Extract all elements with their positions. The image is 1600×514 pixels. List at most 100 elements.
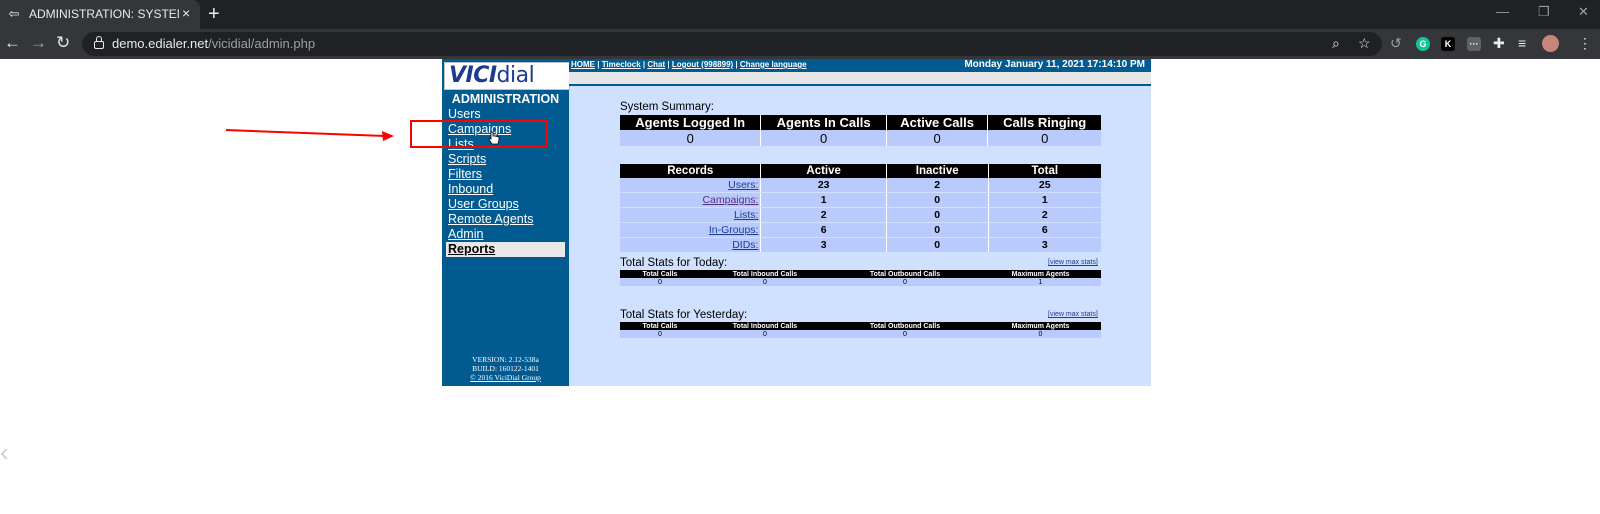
media-queue-icon[interactable]: ≡ <box>1518 35 1526 51</box>
menu-item-user-groups[interactable]: User Groups <box>448 197 569 212</box>
bookmark-star-icon[interactable]: ☆ <box>1358 35 1371 52</box>
in-groups-active: 6 <box>760 222 887 238</box>
table-row: Lists: 2 0 2 <box>620 207 1101 223</box>
browser-toolbar: ← → ↻ demo.edialer.net/vicidial/admin.ph… <box>0 29 1600 59</box>
yesterday-total-calls: 0 <box>620 330 700 338</box>
copyright-link[interactable]: © 2016 ViciDial Group <box>442 373 569 382</box>
header-total: Total <box>988 164 1101 178</box>
today-max-agents: 1 <box>980 278 1101 286</box>
header-agents-logged-in: Agents Logged In <box>620 115 762 130</box>
campaigns-active: 1 <box>760 192 887 208</box>
calls-ringing-value: 0 <box>987 130 1101 146</box>
reload-icon[interactable]: ↻ <box>56 33 70 53</box>
menu-item-remote-agents[interactable]: Remote Agents <box>448 212 569 227</box>
lists-total: 2 <box>988 207 1101 223</box>
today-header-outbound: Total Outbound Calls <box>830 270 980 278</box>
tab-close-icon[interactable]: × <box>182 5 190 21</box>
grammarly-extension-icon[interactable]: G <box>1416 37 1430 51</box>
chat-link[interactable]: Chat <box>647 60 665 69</box>
campaigns-inactive: 0 <box>886 192 989 208</box>
today-inbound: 0 <box>700 278 830 286</box>
url-text: demo.edialer.net/vicidial/admin.php <box>112 36 316 51</box>
header-inactive: Inactive <box>886 164 989 178</box>
in-groups-inactive: 0 <box>886 222 989 238</box>
home-link[interactable]: HOME <box>571 60 595 69</box>
yesterday-view-max-stats-link[interactable]: [view max stats] <box>1048 311 1098 318</box>
header-records: Records <box>620 164 762 178</box>
yesterday-header-total-calls: Total Calls <box>620 322 700 330</box>
table-row: In-Groups: 6 0 6 <box>620 222 1101 238</box>
agents-in-calls-value: 0 <box>760 130 887 146</box>
dids-total: 3 <box>988 237 1101 253</box>
current-datetime: Monday January 11, 2021 17:14:10 PM <box>964 59 1145 70</box>
timeclock-link[interactable]: Timeclock <box>602 60 641 69</box>
dids-link[interactable]: DIDs: <box>620 237 762 253</box>
minimize-icon[interactable]: — <box>1496 4 1509 19</box>
yesterday-inbound: 0 <box>700 330 830 338</box>
in-groups-total: 6 <box>988 222 1101 238</box>
menu-item-scripts[interactable]: Scripts <box>448 152 569 167</box>
yesterday-header-max-agents: Maximum Agents <box>980 322 1101 330</box>
browser-tab-bar: ⇦ ADMINISTRATION: SYSTEM SNAP × + — ❐ ✕ <box>0 0 1600 29</box>
puzzle-extensions-icon[interactable]: ✚ <box>1493 35 1505 52</box>
forward-icon[interactable]: → <box>30 33 47 53</box>
address-bar[interactable]: demo.edialer.net/vicidial/admin.php ⌕ ☆ <box>82 32 1382 56</box>
menu-kebab-icon[interactable]: ⋮ <box>1578 35 1592 52</box>
extension-icon[interactable]: ··· <box>1467 37 1481 51</box>
restore-icon[interactable]: ❐ <box>1538 4 1550 20</box>
system-summary-table: Agents Logged In Agents In Calls Active … <box>620 115 1101 146</box>
tab-title: ADMINISTRATION: SYSTEM SNAP <box>29 7 179 21</box>
table-row: Campaigns: 1 0 1 <box>620 192 1101 208</box>
users-inactive: 2 <box>886 178 989 193</box>
lock-icon <box>94 36 104 49</box>
pointer-hand-cursor-icon <box>488 131 500 145</box>
annotation-arrow-icon <box>226 129 394 141</box>
in-groups-link[interactable]: In-Groups: <box>620 222 762 238</box>
browser-tab[interactable]: ⇦ ADMINISTRATION: SYSTEM SNAP × <box>0 0 200 29</box>
yesterday-stats-table: Total Calls Total Inbound Calls Total Ou… <box>620 322 1101 338</box>
header-agents-in-calls: Agents In Calls <box>760 115 887 130</box>
new-tab-button[interactable]: + <box>208 3 220 26</box>
today-header-max-agents: Maximum Agents <box>980 270 1101 278</box>
vicidial-logo[interactable]: VICIdial <box>444 62 570 90</box>
back-arrow-favicon-icon: ⇦ <box>8 6 20 21</box>
today-view-max-stats-link[interactable]: [view max stats] <box>1048 259 1098 266</box>
table-row: DIDs: 3 0 3 <box>620 237 1101 253</box>
change-language-link[interactable]: Change language <box>740 60 807 69</box>
close-window-icon[interactable]: ✕ <box>1578 4 1589 20</box>
header-calls-ringing: Calls Ringing <box>987 115 1101 130</box>
lists-active: 2 <box>760 207 887 223</box>
menu-item-reports[interactable]: Reports <box>446 242 565 257</box>
yesterday-header-inbound: Total Inbound Calls <box>700 322 830 330</box>
users-link[interactable]: Users: <box>620 178 762 193</box>
logout-link[interactable]: Logout (998899) <box>672 60 733 69</box>
users-total: 25 <box>988 178 1101 193</box>
today-header-total-calls: Total Calls <box>620 270 700 278</box>
campaigns-total: 1 <box>988 192 1101 208</box>
top-nav-bar: HOME | Timeclock | Chat | Logout (998899… <box>569 59 1151 72</box>
today-stats-table: Total Calls Total Inbound Calls Total Ou… <box>620 270 1101 286</box>
profile-avatar[interactable] <box>1542 35 1559 52</box>
administration-heading: ADMINISTRATION <box>451 92 560 106</box>
campaigns-link[interactable]: Campaigns: <box>620 192 762 208</box>
zoom-icon[interactable]: ⌕ <box>1332 35 1340 52</box>
header-active-calls: Active Calls <box>886 115 989 130</box>
lists-link[interactable]: Lists: <box>620 207 762 223</box>
back-icon[interactable]: ← <box>4 33 21 53</box>
today-total-calls: 0 <box>620 278 700 286</box>
version-line: VERSION: 2.12-538a <box>472 355 539 364</box>
admin-sidebar: VICIdial ADMINISTRATION Users Campaigns … <box>442 59 570 386</box>
dids-inactive: 0 <box>886 237 989 253</box>
yesterday-max-agents: 0 <box>980 330 1101 338</box>
menu-item-admin[interactable]: Admin <box>448 227 569 242</box>
today-outbound: 0 <box>830 278 980 286</box>
records-table: Records Active Inactive Total Users: 23 … <box>620 164 1101 253</box>
k-extension-icon[interactable]: K <box>1441 37 1455 51</box>
menu-item-inbound[interactable]: Inbound <box>448 182 569 197</box>
side-chevron-left-icon[interactable]: ‹ <box>0 437 9 468</box>
vicidial-admin-page: VICIdial ADMINISTRATION Users Campaigns … <box>442 59 1151 386</box>
history-icon[interactable]: ↺ <box>1390 35 1402 52</box>
menu-item-filters[interactable]: Filters <box>448 167 569 182</box>
today-header-inbound: Total Inbound Calls <box>700 270 830 278</box>
agents-logged-in-value: 0 <box>620 130 762 146</box>
